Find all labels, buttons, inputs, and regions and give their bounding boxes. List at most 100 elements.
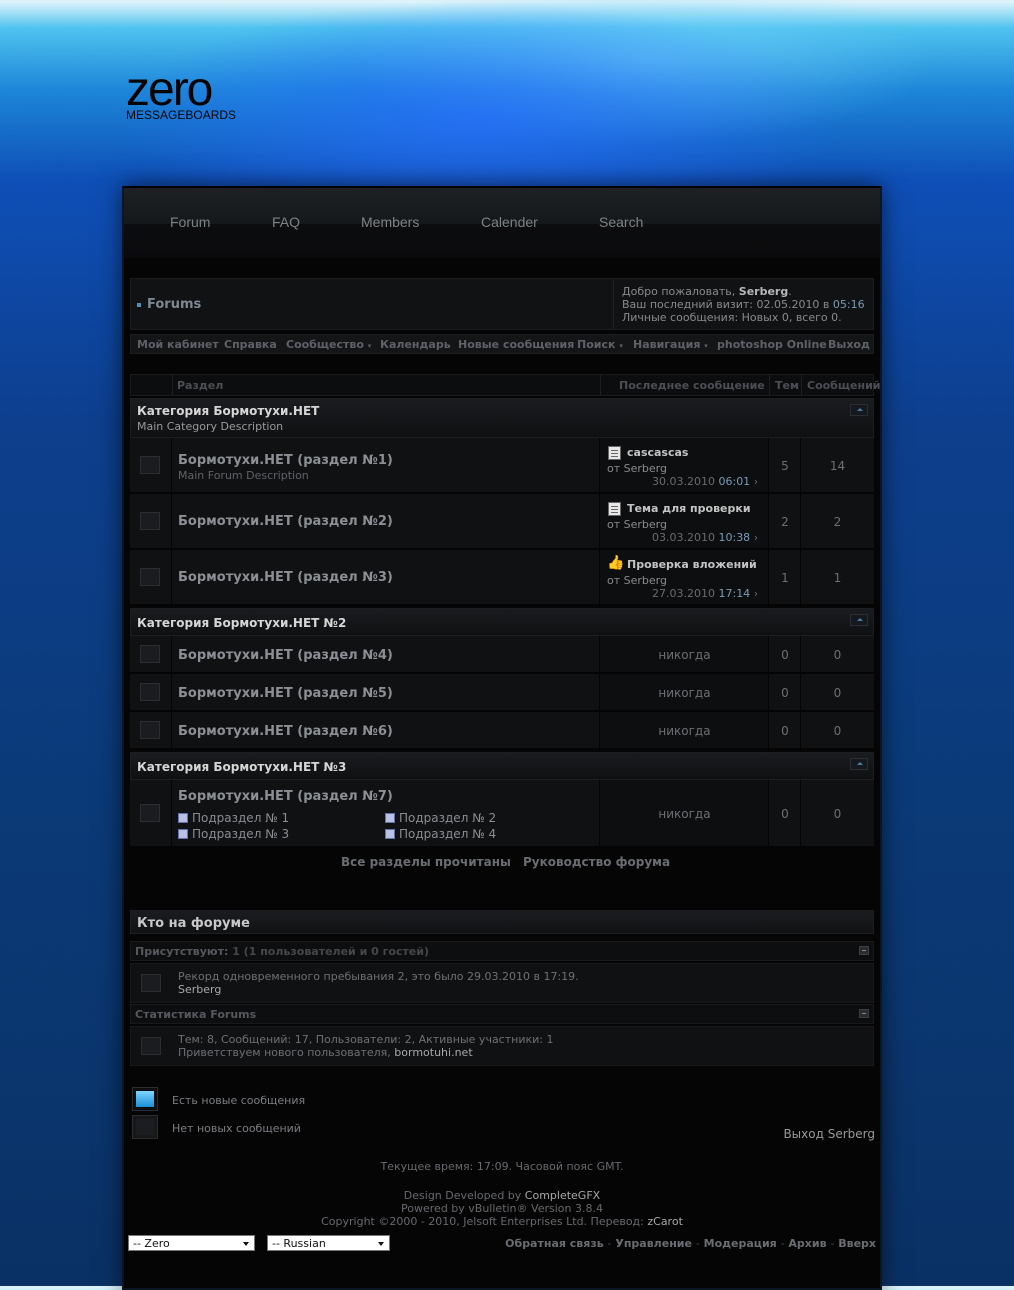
moderation-link[interactable]: Модерация	[704, 1237, 777, 1250]
subforum-icon	[385, 813, 395, 823]
designer-link[interactable]: CompleteGFX	[525, 1189, 600, 1202]
thread-count: 5	[781, 459, 789, 473]
last-post-never: никогда	[658, 648, 711, 662]
stats-icon	[141, 1037, 161, 1055]
document-icon	[608, 446, 621, 460]
forum-description: Main Forum Description	[178, 469, 309, 482]
topnav-forum[interactable]: Forum	[170, 214, 210, 230]
top-navigation: Forum FAQ Members Calender Search	[124, 188, 880, 258]
last-post-title[interactable]: Проверка вложений	[627, 558, 757, 571]
category-title[interactable]: Категория Бормотухи.НЕТ	[137, 404, 319, 418]
forum-title[interactable]: Бормотухи.НЕТ (раздел №6)	[178, 724, 393, 739]
post-count: 0	[833, 807, 842, 821]
category-title[interactable]: Категория Бормотухи.НЕТ №2	[137, 616, 346, 630]
pm-link[interactable]: Новых 0, всего 0.	[742, 311, 842, 324]
navbar-usercp[interactable]: Мой кабинет	[137, 338, 219, 351]
copyright: Copyright ©2000 - 2010, Jelsoft Enterpri…	[321, 1215, 683, 1228]
forum-row: Бормотухи.НЕТ (раздел №4) никогда 0 0	[130, 636, 874, 674]
online-users-subheader: Присутствуют: 1 (1 пользователей и 0 гос…	[130, 941, 874, 961]
breadcrumb-panel: Forums Добро пожаловать, Serberg. Ваш по…	[130, 278, 874, 330]
stats-body: Тем: 8, Сообщений: 17, Пользователи: 2, …	[130, 1026, 874, 1066]
forum-title[interactable]: Бормотухи.НЕТ (раздел №1)	[178, 453, 393, 468]
navbar-calendar[interactable]: Календарь	[380, 338, 451, 351]
archive-link[interactable]: Архив	[788, 1237, 826, 1250]
collapse-icon[interactable]	[859, 1009, 869, 1018]
whos-online-header: Кто на форуме	[130, 910, 874, 934]
admin-link[interactable]: Управление	[615, 1237, 692, 1250]
go-last-post-icon[interactable]: ›	[754, 531, 758, 544]
forum-title[interactable]: Бормотухи.НЕТ (раздел №3)	[178, 570, 393, 585]
collapse-icon[interactable]	[859, 946, 869, 955]
post-count: 2	[833, 515, 842, 529]
last-post-author[interactable]: от Serberg	[607, 462, 667, 475]
header-posts: Сообщений	[807, 379, 881, 392]
collapse-icon[interactable]	[850, 614, 868, 626]
topnav-search[interactable]: Search	[599, 214, 643, 230]
page-title[interactable]: Forums	[137, 297, 201, 312]
forum-leaders-link[interactable]: Руководство форума	[523, 855, 670, 869]
forum-status-icon	[140, 512, 160, 530]
language-select[interactable]: -- Russian	[267, 1235, 390, 1251]
legend-new-posts: Есть новые сообщения	[172, 1094, 306, 1107]
top-link[interactable]: Вверх	[838, 1237, 876, 1250]
topnav-faq[interactable]: FAQ	[272, 214, 300, 230]
thread-count: 1	[781, 571, 789, 585]
translator-link[interactable]: zCarot	[647, 1215, 683, 1228]
collapse-icon[interactable]	[850, 758, 868, 770]
forum-title[interactable]: Бормотухи.НЕТ (раздел №5)	[178, 686, 393, 701]
whos-online-title[interactable]: Кто на форуме	[137, 916, 250, 931]
category-title[interactable]: Категория Бормотухи.НЕТ №3	[137, 760, 346, 774]
navbar-logout[interactable]: Выход	[828, 338, 870, 351]
mark-forums-read-link[interactable]: Все разделы прочитаны	[341, 855, 511, 869]
stats-text: Тем: 8, Сообщений: 17, Пользователи: 2, …	[178, 1033, 554, 1046]
forum-status-icon	[140, 804, 160, 822]
stats-subheader: Статистика Forums	[130, 1004, 874, 1024]
subforum-link[interactable]: Подраздел № 4	[385, 827, 496, 841]
last-post-title[interactable]: cascascas	[627, 446, 688, 459]
online-user-link[interactable]: Serberg	[178, 983, 221, 996]
logout-link[interactable]: Выход Serberg	[783, 1127, 875, 1141]
header-forum: Раздел	[177, 379, 224, 392]
last-post-author[interactable]: от Serberg	[607, 518, 667, 531]
forum-title[interactable]: Бормотухи.НЕТ (раздел №4)	[178, 648, 393, 663]
last-post-author[interactable]: от Serberg	[607, 574, 667, 587]
subforum-link[interactable]: Подраздел № 2	[385, 811, 496, 825]
subforum-link[interactable]: Подраздел № 1	[178, 811, 289, 825]
forum-status-icon	[140, 456, 160, 474]
forum-status-icon	[140, 645, 160, 663]
present-label[interactable]: Присутствуют:	[135, 945, 228, 958]
present-value: 1 (1 пользователей и 0 гостей)	[232, 945, 430, 958]
collapse-icon[interactable]	[850, 404, 868, 416]
topnav-members[interactable]: Members	[361, 214, 419, 230]
forum-row: Бормотухи.НЕТ (раздел №2) Тема для прове…	[130, 494, 874, 550]
newest-member-link[interactable]: bormotuhi.net	[394, 1046, 472, 1059]
last-post-title[interactable]: Тема для проверки	[627, 502, 751, 515]
forum-status-icon	[140, 568, 160, 586]
site-logo[interactable]: zero MESSAGEBOARDS	[126, 66, 236, 122]
navbar-new-posts[interactable]: Новые сообщения	[458, 338, 574, 351]
online-users-body: Рекорд одновременного пребывания 2, это …	[130, 963, 874, 1003]
thread-count: 0	[781, 686, 789, 700]
contact-link[interactable]: Обратная связь	[505, 1237, 604, 1250]
welcome-username[interactable]: Serberg	[739, 285, 788, 298]
navbar-photoshop[interactable]: photoshop Online	[717, 338, 827, 351]
forum-row: Бормотухи.НЕТ (раздел №7) Подраздел № 1 …	[130, 780, 874, 848]
forum-title[interactable]: Бормотухи.НЕТ (раздел №2)	[178, 514, 393, 529]
record-text: Рекорд одновременного пребывания 2, это …	[178, 970, 579, 983]
go-last-post-icon[interactable]: ›	[754, 587, 758, 600]
navbar-search[interactable]: Поиск ▾	[577, 338, 623, 351]
style-select[interactable]: -- Zero	[128, 1235, 255, 1251]
chevron-down-icon: ▾	[619, 342, 623, 350]
navbar-help[interactable]: Справка	[224, 338, 277, 351]
navbar-navigation[interactable]: Навигация ▾	[633, 338, 708, 351]
last-post-never: никогда	[658, 724, 711, 738]
stats-label: Статистика Forums	[135, 1008, 257, 1021]
navbar-community[interactable]: Сообщество ▾	[286, 338, 371, 351]
forum-row: Бормотухи.НЕТ (раздел №3) 👍 Проверка вло…	[130, 550, 874, 606]
subforum-link[interactable]: Подраздел № 3	[178, 827, 289, 841]
forum-row: Бормотухи.НЕТ (раздел №5) никогда 0 0	[130, 674, 874, 712]
topnav-calender[interactable]: Calender	[481, 214, 538, 230]
forum-table-header: Раздел Последнее сообщение Тем Сообщений	[130, 374, 881, 396]
forum-title[interactable]: Бормотухи.НЕТ (раздел №7)	[178, 789, 393, 804]
go-last-post-icon[interactable]: ›	[754, 475, 758, 488]
